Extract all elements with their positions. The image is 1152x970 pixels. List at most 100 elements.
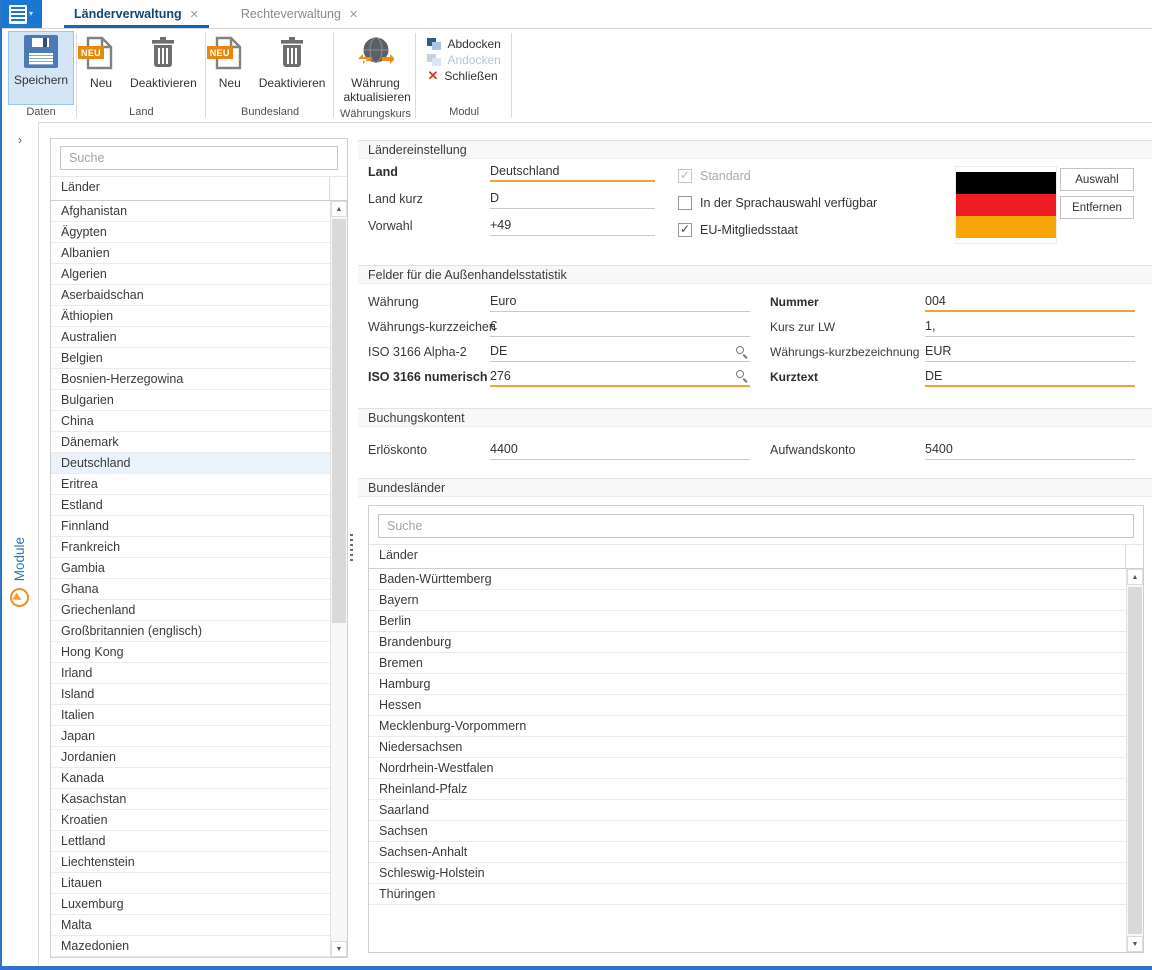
country-list-item[interactable]: Japan: [51, 726, 330, 747]
lookup-icon[interactable]: [735, 345, 748, 358]
country-list-item[interactable]: Afghanistan: [51, 201, 330, 222]
lookup-icon[interactable]: [735, 369, 748, 382]
field-value[interactable]: Deutschland: [490, 162, 655, 182]
bundesland-list-item[interactable]: Hessen: [369, 695, 1126, 716]
country-list-item[interactable]: Gambia: [51, 558, 330, 579]
bundesland-list-item[interactable]: Bayern: [369, 590, 1126, 611]
neu-bundesland-button[interactable]: NEU Neu: [209, 31, 251, 105]
abdocken-button[interactable]: Abdocken: [427, 37, 500, 51]
column-header-laender[interactable]: Länder: [369, 545, 1125, 568]
scroll-up-button[interactable]: ▲: [1127, 569, 1143, 585]
bundesland-list-item[interactable]: Hamburg: [369, 674, 1126, 695]
bundesland-search-input[interactable]: [378, 514, 1134, 538]
bundesland-list-item[interactable]: Berlin: [369, 611, 1126, 632]
country-list-item[interactable]: Bulgarien: [51, 390, 330, 411]
country-list-item[interactable]: Dänemark: [51, 432, 330, 453]
checkbox[interactable]: [678, 169, 692, 183]
country-list-item[interactable]: Luxemburg: [51, 894, 330, 915]
country-list-item[interactable]: China: [51, 411, 330, 432]
bundesland-scrollbar[interactable]: ▲ ▼: [1126, 569, 1143, 952]
country-list-item[interactable]: Äthiopien: [51, 306, 330, 327]
country-list-item[interactable]: Jordanien: [51, 747, 330, 768]
bundesland-list-item[interactable]: Schleswig-Holstein: [369, 863, 1126, 884]
bundesland-list-item[interactable]: Sachsen: [369, 821, 1126, 842]
field-value[interactable]: D: [490, 189, 655, 209]
scrollbar-thumb[interactable]: [1128, 587, 1142, 934]
bundesland-list-item[interactable]: Baden-Württemberg: [369, 569, 1126, 590]
country-list-item[interactable]: Algerien: [51, 264, 330, 285]
scroll-up-button[interactable]: ▲: [331, 201, 347, 217]
country-list-item[interactable]: Kroatien: [51, 810, 330, 831]
checkbox-row[interactable]: Standard: [678, 162, 877, 189]
column-header-laender[interactable]: Länder: [51, 177, 329, 200]
country-list-item[interactable]: Kasachstan: [51, 789, 330, 810]
bundesland-list-item[interactable]: Thüringen: [369, 884, 1126, 905]
country-list-item[interactable]: Deutschland: [51, 453, 330, 474]
country-scrollbar[interactable]: ▲ ▼: [330, 201, 347, 957]
country-list-item[interactable]: Frankreich: [51, 537, 330, 558]
country-list-item[interactable]: Italien: [51, 705, 330, 726]
field-value[interactable]: +49: [490, 216, 655, 236]
field-value[interactable]: 004: [925, 292, 1135, 312]
field-value[interactable]: DE: [925, 367, 1135, 387]
country-list-item[interactable]: Albanien: [51, 243, 330, 264]
country-list-item[interactable]: Belgien: [51, 348, 330, 369]
splitter-grip[interactable]: [350, 534, 353, 564]
country-list-item[interactable]: Litauen: [51, 873, 330, 894]
chevron-right-icon[interactable]: ›: [13, 132, 27, 147]
close-icon[interactable]: ✕: [349, 8, 358, 21]
close-icon[interactable]: ✕: [190, 8, 199, 21]
checkbox[interactable]: [678, 223, 692, 237]
checkbox[interactable]: [678, 196, 692, 210]
waehrung-aktualisieren-button[interactable]: Währung aktualisieren: [337, 31, 413, 107]
country-list-item[interactable]: Ägypten: [51, 222, 330, 243]
bundesland-list-item[interactable]: Rheinland-Pfalz: [369, 779, 1126, 800]
field-value[interactable]: 276: [490, 367, 750, 387]
bundesland-list-item[interactable]: Nordrhein-Westfalen: [369, 758, 1126, 779]
country-list-item[interactable]: Island: [51, 684, 330, 705]
country-list-item[interactable]: Australien: [51, 327, 330, 348]
bundesland-list-item[interactable]: Bremen: [369, 653, 1126, 674]
field-value[interactable]: 1,: [925, 317, 1135, 337]
entfernen-button[interactable]: Entfernen: [1060, 196, 1134, 219]
country-list-item[interactable]: Bosnien-Herzegowina: [51, 369, 330, 390]
bundesland-list-item[interactable]: Niedersachsen: [369, 737, 1126, 758]
scroll-down-button[interactable]: ▼: [1127, 936, 1143, 952]
field-value[interactable]: 5400: [925, 440, 1135, 460]
country-list-item[interactable]: Kanada: [51, 768, 330, 789]
country-list-item[interactable]: Griechenland: [51, 600, 330, 621]
tab-rechteverwaltung[interactable]: Rechteverwaltung ✕: [231, 0, 368, 28]
bundesland-list-item[interactable]: Saarland: [369, 800, 1126, 821]
neu-land-button[interactable]: NEU Neu: [80, 31, 122, 105]
country-list-item[interactable]: Estland: [51, 495, 330, 516]
country-search-input[interactable]: [60, 146, 338, 170]
field-value[interactable]: 4400: [490, 440, 750, 460]
country-list-item[interactable]: Lettland: [51, 831, 330, 852]
bundesland-list-item[interactable]: Sachsen-Anhalt: [369, 842, 1126, 863]
country-list-item[interactable]: Finnland: [51, 516, 330, 537]
country-list-item[interactable]: Malta: [51, 915, 330, 936]
auswahl-button[interactable]: Auswahl: [1060, 168, 1134, 191]
deaktivieren-bundesland-button[interactable]: Deaktivieren: [253, 31, 332, 105]
speichern-button[interactable]: Speichern: [8, 31, 74, 105]
checkbox-row[interactable]: In der Sprachauswahl verfügbar: [678, 189, 877, 216]
field-value[interactable]: DE: [490, 342, 750, 362]
checkbox-row[interactable]: EU-Mitgliedsstaat: [678, 216, 877, 243]
country-list-item[interactable]: Liechtenstein: [51, 852, 330, 873]
scrollbar-thumb[interactable]: [332, 219, 346, 623]
country-list-item[interactable]: Hong Kong: [51, 642, 330, 663]
field-value[interactable]: Euro: [490, 292, 750, 312]
deaktivieren-land-button[interactable]: Deaktivieren: [124, 31, 203, 105]
country-list-item[interactable]: Ghana: [51, 579, 330, 600]
country-list-item[interactable]: Großbritannien (englisch): [51, 621, 330, 642]
tab-laenderverwaltung[interactable]: Länderverwaltung ✕: [64, 0, 209, 28]
bundesland-list-item[interactable]: Brandenburg: [369, 632, 1126, 653]
country-list-item[interactable]: Mazedonien: [51, 936, 330, 957]
country-list-item[interactable]: Eritrea: [51, 474, 330, 495]
country-list-item[interactable]: Irland: [51, 663, 330, 684]
module-sidebar-tab[interactable]: Module: [2, 537, 37, 607]
scroll-down-button[interactable]: ▼: [331, 941, 347, 957]
field-value[interactable]: €: [490, 317, 750, 337]
country-list-item[interactable]: Aserbaidschan: [51, 285, 330, 306]
bundesland-list-item[interactable]: Mecklenburg-Vorpommern: [369, 716, 1126, 737]
